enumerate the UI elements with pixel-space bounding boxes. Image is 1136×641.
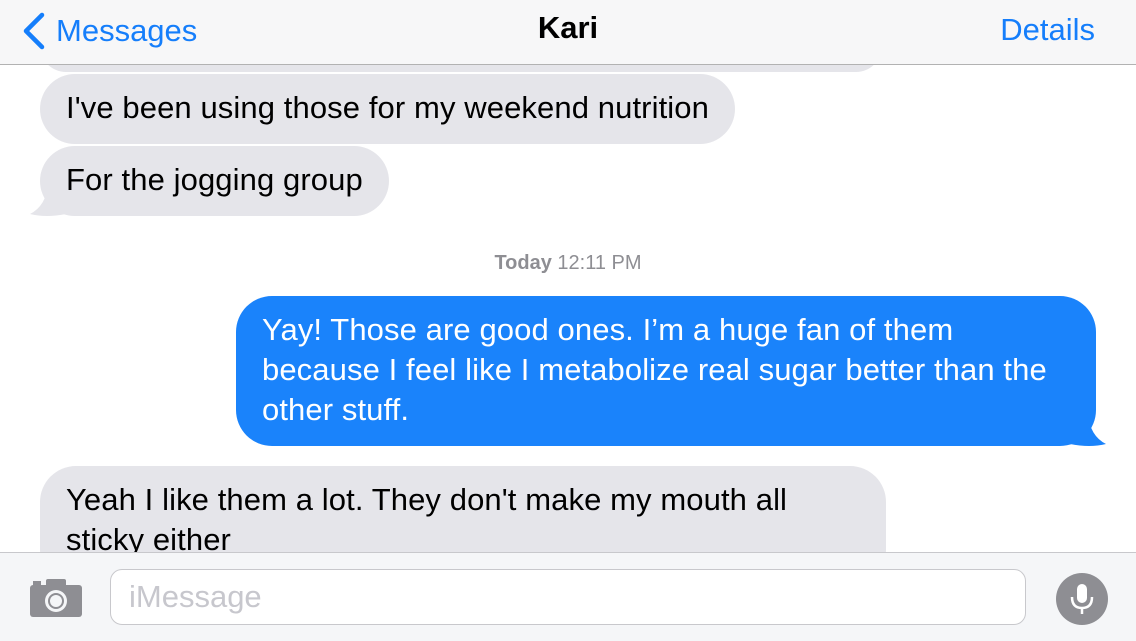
microphone-icon — [1070, 584, 1094, 614]
timestamp-day: Today — [494, 252, 552, 274]
chevron-left-icon — [23, 12, 45, 50]
message-bubble-incoming[interactable]: I've been using those for my weekend nut… — [40, 74, 735, 144]
message-text: I've been using those for my weekend nut… — [66, 90, 709, 125]
message-bubble-incoming[interactable]: For the jogging group — [40, 146, 389, 216]
message-text: Yay! Those are good ones. I’m a huge fan… — [262, 312, 1047, 427]
message-input[interactable] — [110, 569, 1026, 625]
details-button[interactable]: Details — [1000, 12, 1095, 48]
input-bar — [0, 552, 1136, 641]
microphone-button[interactable] — [1056, 573, 1108, 625]
message-bubble-outgoing[interactable]: Yay! Those are good ones. I’m a huge fan… — [236, 296, 1096, 446]
message-text: For the jogging group — [66, 162, 363, 197]
timestamp-time: 12:11 PM — [557, 252, 642, 274]
navigation-bar: Messages Kari Details — [0, 0, 1136, 65]
message-text: Yeah I like them a lot. They don't make … — [66, 482, 788, 557]
message-thread[interactable]: I've been using those for my weekend nut… — [0, 0, 1136, 640]
timestamp: Today 12:11 PM — [0, 252, 1136, 275]
back-button[interactable]: Messages — [20, 8, 197, 54]
bubble-tail-icon — [30, 184, 66, 216]
camera-icon[interactable] — [28, 577, 84, 619]
back-label: Messages — [56, 13, 198, 48]
bubble-tail-icon — [1070, 414, 1106, 446]
